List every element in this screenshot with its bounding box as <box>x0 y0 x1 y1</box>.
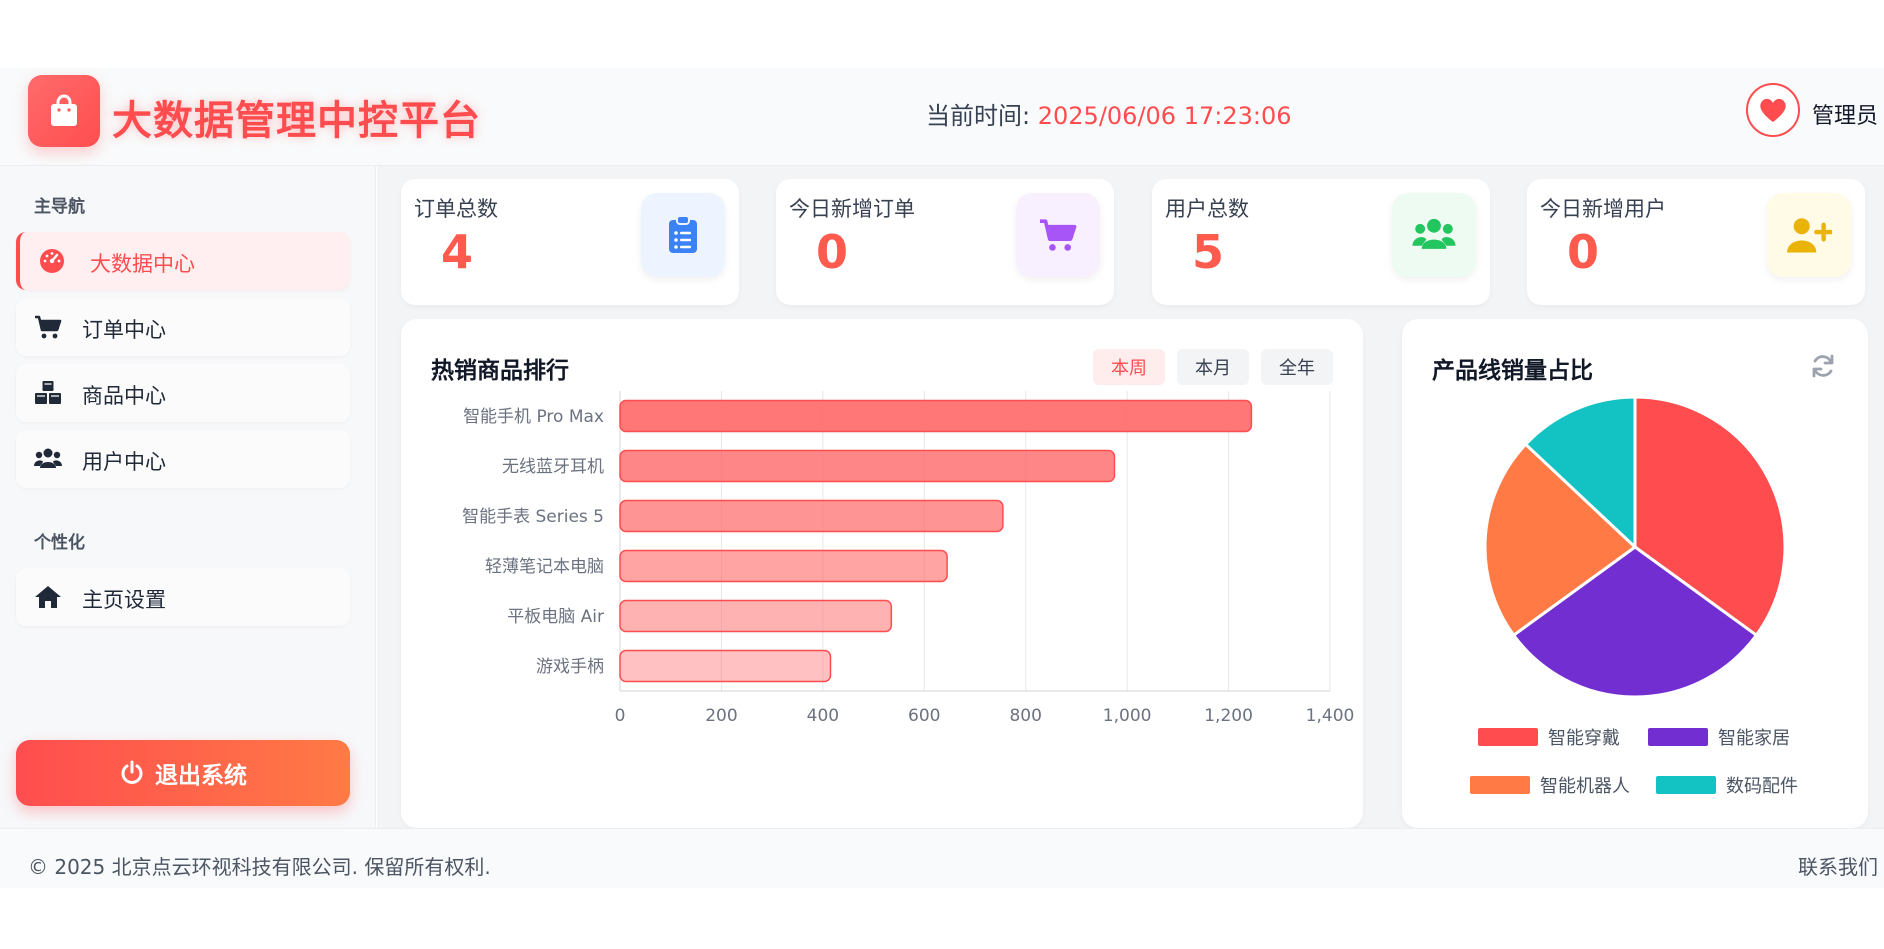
contact-link[interactable]: 联系我们 <box>1798 851 1878 880</box>
logo <box>28 75 100 147</box>
stat-label: 今日新增订单 <box>789 197 915 221</box>
cart-icon <box>35 315 62 339</box>
legend-label[interactable]: 数码配件 <box>1726 776 1798 797</box>
y-tick-label: 智能手表 Series 5 <box>462 507 604 527</box>
nav-section-personal: 个性化 <box>34 533 85 553</box>
sidebar-item-home-settings[interactable]: 主页设置 <box>16 568 350 626</box>
admin-label[interactable]: 管理员 <box>1812 98 1878 130</box>
x-tick-label: 400 <box>807 706 839 726</box>
legend-swatch[interactable] <box>1478 728 1538 746</box>
legend-swatch[interactable] <box>1656 776 1716 794</box>
header: 大数据管理中控平台 当前时间: 2025/06/06 17:23:06 管理员 <box>0 68 1884 166</box>
legend-swatch[interactable] <box>1648 728 1708 746</box>
x-tick-label: 1,200 <box>1204 706 1253 726</box>
legend-label[interactable]: 智能机器人 <box>1540 776 1630 797</box>
x-tick-label: 1,000 <box>1103 706 1152 726</box>
current-time: 当前时间: 2025/06/06 17:23:06 <box>926 96 1291 131</box>
stat-icon-box <box>1392 193 1476 277</box>
stat-icon-box <box>1016 193 1100 277</box>
bar[interactable] <box>619 399 1253 433</box>
stat-icon-box <box>1767 193 1851 277</box>
sidebar-item-label: 主页设置 <box>82 588 166 612</box>
bar[interactable] <box>619 499 1004 533</box>
y-tick-label: 平板电脑 Air <box>507 607 604 627</box>
x-tick-label: 600 <box>908 706 940 726</box>
y-tick-label: 智能手机 Pro Max <box>463 407 604 427</box>
sidebar-item-label: 大数据中心 <box>90 252 195 276</box>
legend-label[interactable]: 智能穿戴 <box>1548 728 1620 749</box>
bar[interactable] <box>619 449 1116 483</box>
avatar[interactable] <box>1746 83 1800 137</box>
stat-label: 用户总数 <box>1165 197 1249 221</box>
heart-icon <box>1760 98 1786 122</box>
stat-card-orders-total: 订单总数 4 <box>401 179 739 305</box>
user-plus-icon <box>1787 218 1832 253</box>
y-tick-label: 无线蓝牙耳机 <box>502 457 604 477</box>
legend-label[interactable]: 智能家居 <box>1718 728 1790 749</box>
legend-swatch[interactable] <box>1470 776 1530 794</box>
copyright-text: © 2025 北京点云环视科技有限公司. 保留所有权利. <box>28 855 491 879</box>
stat-value: 5 <box>1192 225 1225 279</box>
y-tick-label: 游戏手柄 <box>536 657 604 677</box>
time-value: 2025/06/06 17:23:06 <box>1037 102 1292 130</box>
sidebar: 主导航 大数据中心 订单中心 商品中心 用户中心 个性化 主页设置 退出系统 <box>0 166 376 828</box>
users-icon <box>34 448 62 468</box>
app-root: 大数据管理中控平台 当前时间: 2025/06/06 17:23:06 管理员 … <box>0 0 1884 949</box>
users-icon <box>1412 218 1456 249</box>
stat-card-users-today: 今日新增用户 0 <box>1527 179 1865 305</box>
sidebar-item-users[interactable]: 用户中心 <box>16 430 350 488</box>
x-tick-label: 800 <box>1009 706 1041 726</box>
main-content: 订单总数 4 今日新增订单 0 用户总数 5 今日新增用户 0 热销商品排行 本… <box>377 166 1884 828</box>
stat-value: 4 <box>441 225 474 279</box>
home-icon <box>35 586 61 608</box>
product-line-pie-chart: 智能穿戴 智能家居智能机器人 数码配件 <box>1470 395 1798 797</box>
shopping-bag-icon <box>51 94 77 126</box>
sidebar-item-label: 商品中心 <box>82 384 166 408</box>
cubes-icon <box>35 381 61 404</box>
footer: © 2025 北京点云环视科技有限公司. 保留所有权利. 联系我们 <box>0 828 1884 888</box>
y-tick-label: 轻薄笔记本电脑 <box>485 557 604 577</box>
power-icon <box>121 760 143 784</box>
time-label: 当前时间: <box>926 102 1031 130</box>
sidebar-item-label: 用户中心 <box>82 450 166 474</box>
sidebar-item-products[interactable]: 商品中心 <box>16 364 350 422</box>
clipboard-list-icon <box>669 216 697 253</box>
bar[interactable] <box>619 649 832 683</box>
x-tick-label: 1,400 <box>1306 706 1355 726</box>
x-tick-label: 200 <box>705 706 737 726</box>
x-tick-label: 0 <box>615 706 626 726</box>
nav-section-main: 主导航 <box>34 197 85 217</box>
stat-card-users-total: 用户总数 5 <box>1152 179 1490 305</box>
sidebar-item-label: 订单中心 <box>82 318 166 342</box>
app-title: 大数据管理中控平台 <box>112 98 481 144</box>
stat-icon-box <box>641 193 725 277</box>
stat-label: 订单总数 <box>414 197 498 221</box>
sidebar-item-orders[interactable]: 订单中心 <box>16 298 350 356</box>
bar[interactable] <box>619 599 893 633</box>
bar[interactable] <box>619 549 948 583</box>
logout-button[interactable]: 退出系统 <box>16 740 350 806</box>
cart-icon <box>1040 219 1077 251</box>
stat-value: 0 <box>816 225 849 279</box>
stat-label: 今日新增用户 <box>1540 197 1666 221</box>
stat-card-orders-today: 今日新增订单 0 <box>776 179 1114 305</box>
hot-products-bar-chart: 0 200 400 600 800 1,000 1,200 1,400 智能手机 Pro Max… <box>462 391 1355 726</box>
logout-label: 退出系统 <box>155 763 247 789</box>
dashboard-icon <box>40 249 64 273</box>
sidebar-item-bigdata[interactable]: 大数据中心 <box>16 232 350 290</box>
product-line-panel: 产品线销量占比 智能穿戴 智能家居 智能机器人 数码配件 <box>1402 319 1868 828</box>
hot-products-panel: 热销商品排行 本周 本月 全年 0 200 400 600 800 1,000 1,200 1… <box>401 319 1363 828</box>
stat-value: 0 <box>1567 225 1600 279</box>
